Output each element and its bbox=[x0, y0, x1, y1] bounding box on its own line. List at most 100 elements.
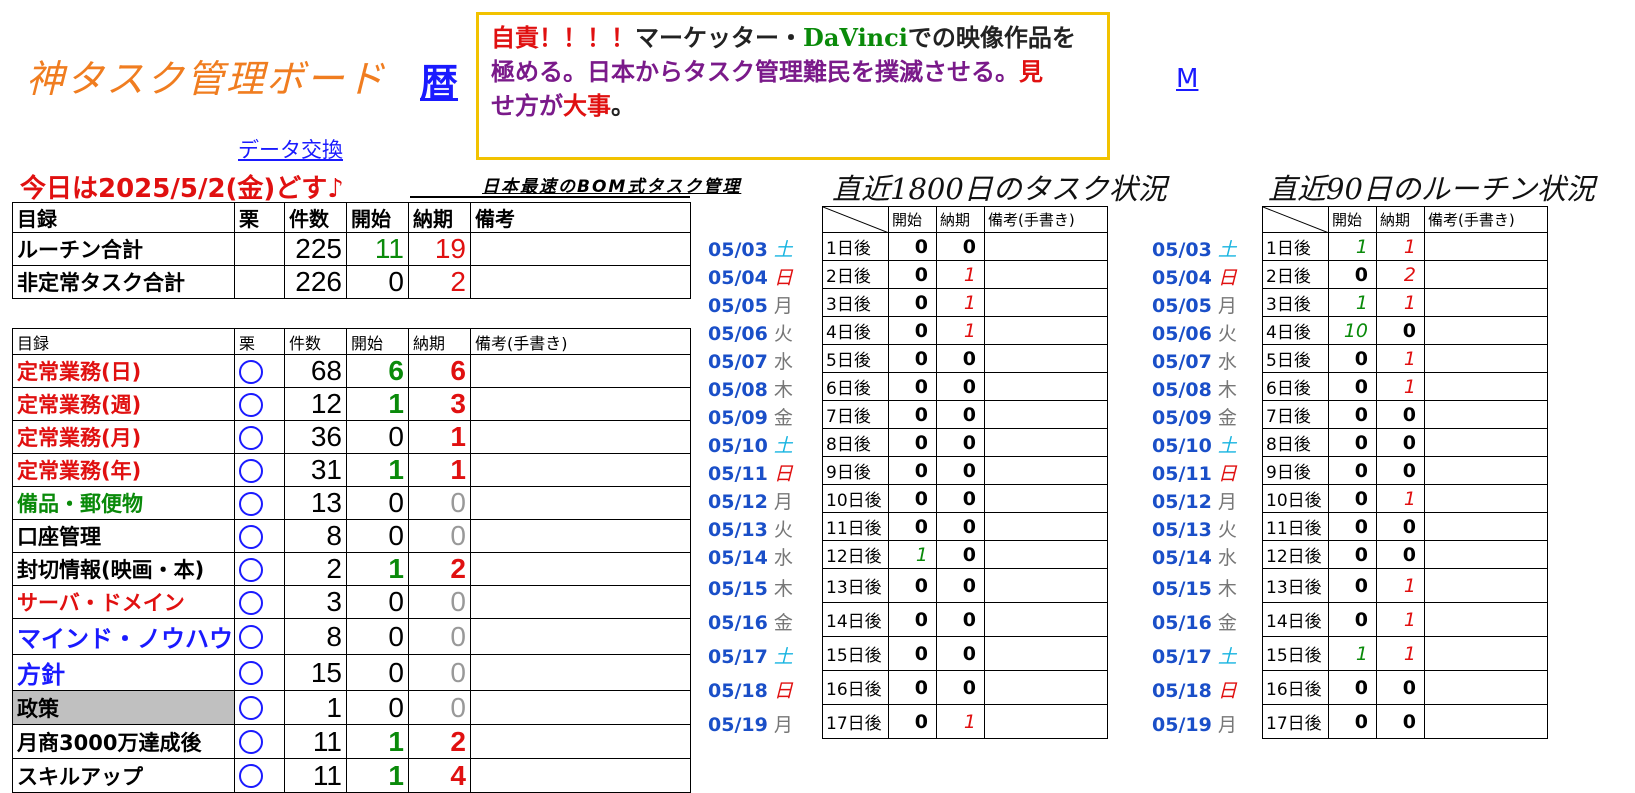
cell-start: 0 bbox=[1328, 512, 1377, 541]
table-row[interactable]: 16日後 0 0 bbox=[822, 670, 1108, 705]
koyomi-link[interactable]: 暦 bbox=[420, 52, 458, 107]
table-row[interactable]: 13日後 0 1 bbox=[1262, 568, 1548, 603]
table-row[interactable]: 1日後 1 1 bbox=[1262, 232, 1548, 261]
circle-cell[interactable] bbox=[234, 486, 285, 520]
circle-icon[interactable] bbox=[239, 590, 263, 615]
table-row[interactable]: 1日後 0 0 bbox=[822, 232, 1108, 261]
table-row[interactable]: 14日後 0 0 bbox=[822, 602, 1108, 637]
circle-cell[interactable] bbox=[234, 453, 285, 487]
table-row[interactable]: 備品・郵便物 13 0 0 bbox=[12, 486, 691, 520]
circle-cell[interactable] bbox=[234, 354, 285, 388]
circle-icon[interactable] bbox=[239, 730, 263, 754]
data-exchange-link[interactable]: データ交換 bbox=[238, 134, 343, 164]
cell-due: 0 bbox=[1376, 428, 1425, 457]
table-row[interactable]: 11日後 0 0 bbox=[1262, 512, 1548, 541]
weekday-text: 月 bbox=[773, 714, 793, 736]
table-row[interactable]: 16日後 0 0 bbox=[1262, 670, 1548, 705]
table-row[interactable]: 政策 1 0 0 bbox=[12, 690, 691, 725]
cell-due: 1 bbox=[1376, 568, 1425, 603]
table-row[interactable]: 14日後 0 1 bbox=[1262, 602, 1548, 637]
table-row[interactable]: 6日後 0 1 bbox=[1262, 372, 1548, 401]
table-row[interactable]: 封切情報(映画・本) 2 1 2 bbox=[12, 552, 691, 586]
circle-icon[interactable] bbox=[239, 425, 263, 450]
circle-icon[interactable] bbox=[239, 696, 263, 720]
cell-start: 0 bbox=[1328, 704, 1377, 739]
circle-icon[interactable] bbox=[239, 661, 263, 685]
table-row[interactable]: 13日後 0 0 bbox=[822, 568, 1108, 603]
circle-cell[interactable] bbox=[234, 420, 285, 454]
table-row[interactable]: 11日後 0 0 bbox=[822, 512, 1108, 541]
summary-table: 目録 栗 件数 開始 納期 備考 ルーチン合計 225 11 19 非定常タスク… bbox=[12, 202, 691, 299]
m-link[interactable]: M bbox=[1176, 64, 1198, 94]
table-row[interactable]: 2日後 0 2 bbox=[1262, 260, 1548, 289]
cell-due: 0 bbox=[936, 344, 985, 373]
table-row[interactable]: 非定常タスク合計 226 0 2 bbox=[12, 265, 691, 299]
circle-cell[interactable] bbox=[234, 552, 285, 586]
cell-due: 1 bbox=[1376, 636, 1425, 671]
circle-cell[interactable] bbox=[234, 387, 285, 421]
circle-cell[interactable] bbox=[234, 519, 285, 553]
cell-count: 12 bbox=[284, 387, 347, 421]
table-row[interactable]: 定常業務(月) 36 0 1 bbox=[12, 420, 691, 454]
date-text: 05/11 bbox=[1152, 463, 1212, 485]
table-row[interactable]: 定常業務(年) 31 1 1 bbox=[12, 453, 691, 487]
table-row[interactable]: 3日後 0 1 bbox=[822, 288, 1108, 317]
table-row[interactable]: 7日後 0 0 bbox=[822, 400, 1108, 429]
table-row[interactable]: 8日後 0 0 bbox=[822, 428, 1108, 457]
cell-start: 0 bbox=[888, 512, 937, 541]
circle-cell[interactable] bbox=[234, 690, 285, 725]
table-row[interactable]: 12日後 0 0 bbox=[1262, 540, 1548, 569]
table-row[interactable]: 2日後 0 1 bbox=[822, 260, 1108, 289]
table-row[interactable]: 17日後 0 1 bbox=[822, 704, 1108, 739]
circle-icon[interactable] bbox=[239, 392, 263, 417]
table-row[interactable]: 月商3000万達成後 11 1 2 bbox=[12, 724, 691, 759]
circle-icon[interactable] bbox=[239, 359, 263, 384]
table-row[interactable]: 4日後 10 0 bbox=[1262, 316, 1548, 345]
table-row[interactable]: 10日後 0 1 bbox=[1262, 484, 1548, 513]
cell-days-after: 14日後 bbox=[1262, 602, 1329, 637]
table-row[interactable]: 定常業務(日) 68 6 6 bbox=[12, 354, 691, 388]
table-row[interactable]: 5日後 0 0 bbox=[822, 344, 1108, 373]
circle-icon[interactable] bbox=[239, 557, 263, 582]
diagonal-header bbox=[1262, 206, 1329, 233]
cell-days-after: 2日後 bbox=[1262, 260, 1329, 289]
row-name: サーバ・ドメイン bbox=[12, 585, 235, 619]
table-row[interactable]: ルーチン合計 225 11 19 bbox=[12, 232, 691, 266]
table-row[interactable]: 15日後 0 0 bbox=[822, 636, 1108, 671]
cell-days-after: 14日後 bbox=[822, 602, 889, 637]
table-row[interactable]: 12日後 1 0 bbox=[822, 540, 1108, 569]
circle-cell[interactable] bbox=[234, 654, 285, 691]
table-row[interactable]: 方針 15 0 0 bbox=[12, 654, 691, 691]
table-row[interactable]: 5日後 0 1 bbox=[1262, 344, 1548, 373]
circle-icon[interactable] bbox=[239, 458, 263, 483]
table-row[interactable]: 17日後 0 0 bbox=[1262, 704, 1548, 739]
circle-icon[interactable] bbox=[239, 524, 263, 549]
date-label: 05/12 月 bbox=[708, 488, 793, 516]
circle-icon[interactable] bbox=[239, 764, 263, 788]
cell-count: 15 bbox=[284, 654, 347, 691]
circle-icon[interactable] bbox=[239, 491, 263, 516]
circle-cell[interactable] bbox=[234, 724, 285, 759]
table-row[interactable]: 10日後 0 0 bbox=[822, 484, 1108, 513]
circle-cell[interactable] bbox=[234, 585, 285, 619]
date-text: 05/06 bbox=[1152, 323, 1212, 345]
date-label: 05/14 水 bbox=[1152, 544, 1237, 572]
table-row[interactable]: サーバ・ドメイン 3 0 0 bbox=[12, 585, 691, 619]
table-row[interactable]: 定常業務(週) 12 1 3 bbox=[12, 387, 691, 421]
date-text: 05/18 bbox=[708, 680, 768, 702]
table-row[interactable]: 4日後 0 1 bbox=[822, 316, 1108, 345]
table-row[interactable]: マインド・ノウハウ 8 0 0 bbox=[12, 618, 691, 655]
table-row[interactable]: 15日後 1 1 bbox=[1262, 636, 1548, 671]
table-row[interactable]: スキルアップ 11 1 4 bbox=[12, 758, 691, 793]
table-row[interactable]: 7日後 0 0 bbox=[1262, 400, 1548, 429]
table-row[interactable]: 口座管理 8 0 0 bbox=[12, 519, 691, 553]
circle-cell[interactable] bbox=[234, 618, 285, 655]
table-row[interactable]: 9日後 0 0 bbox=[822, 456, 1108, 485]
circle-icon[interactable] bbox=[239, 625, 263, 649]
table-row[interactable]: 6日後 0 0 bbox=[822, 372, 1108, 401]
table-row[interactable]: 8日後 0 0 bbox=[1262, 428, 1548, 457]
circle-cell[interactable] bbox=[234, 758, 285, 793]
cell-start: 0 bbox=[346, 265, 409, 299]
table-row[interactable]: 3日後 1 1 bbox=[1262, 288, 1548, 317]
table-row[interactable]: 9日後 0 0 bbox=[1262, 456, 1548, 485]
